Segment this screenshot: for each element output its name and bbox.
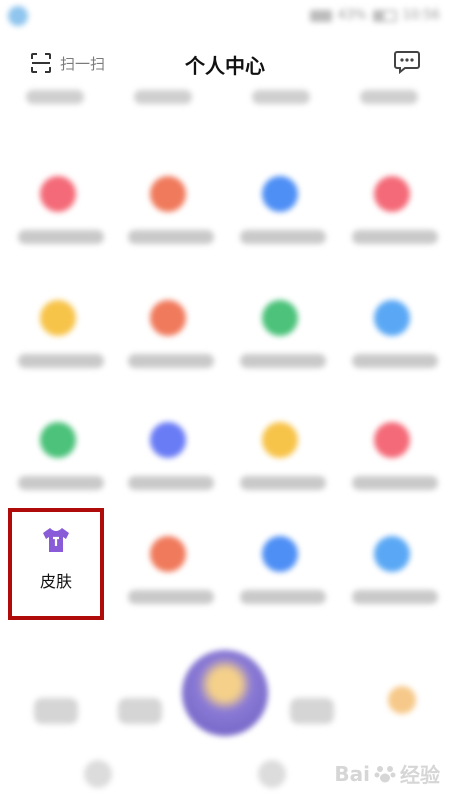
grid-item[interactable]	[338, 516, 450, 628]
grid-item[interactable]	[4, 280, 116, 392]
grid-item[interactable]	[114, 156, 226, 268]
bottom-item[interactable]	[290, 698, 334, 724]
grid-item-label	[128, 354, 214, 368]
grid-item[interactable]	[338, 280, 450, 392]
grid-item-label	[128, 476, 214, 490]
grid-item-label	[352, 590, 438, 604]
grid-item-label	[128, 590, 214, 604]
grid-item-icon	[262, 422, 298, 458]
grid-item-icon	[374, 422, 410, 458]
watermark-text-2: 经验	[400, 763, 440, 787]
skin-label: 皮肤	[39, 572, 72, 591]
grid-item[interactable]	[226, 280, 338, 392]
grid-item-icon	[150, 422, 186, 458]
grid-item-icon	[374, 176, 410, 212]
grid-item[interactable]	[114, 402, 226, 514]
bottom-item[interactable]	[34, 698, 78, 724]
grid-item-icon	[150, 536, 186, 572]
grid-item-icon	[40, 300, 76, 336]
shirt-icon	[43, 528, 69, 552]
grid-item-label	[240, 476, 326, 490]
grid-item[interactable]	[4, 402, 116, 514]
grid-item-label	[18, 230, 104, 244]
grid-item-label	[252, 90, 310, 104]
notification-icon	[8, 6, 28, 26]
grid-item-label	[352, 476, 438, 490]
grid-item-icon	[150, 176, 186, 212]
grid-item[interactable]	[226, 516, 338, 628]
grid-item-label	[18, 354, 104, 368]
grid-item-label	[240, 590, 326, 604]
grid-item[interactable]	[114, 280, 226, 392]
grid-item-label	[240, 230, 326, 244]
grid-item-label	[360, 90, 418, 104]
grid-item-icon	[40, 176, 76, 212]
watermark: Bai 经验	[334, 759, 440, 788]
grid-item-label	[134, 90, 192, 104]
signal-icon	[309, 9, 332, 22]
grid-item-icon	[374, 536, 410, 572]
grid-item-label	[128, 230, 214, 244]
grid-item-label	[240, 354, 326, 368]
header: 扫一扫 个人中心	[0, 38, 450, 92]
grid-item[interactable]	[226, 402, 338, 514]
page-title: 个人中心	[185, 54, 265, 78]
tab-icon[interactable]	[258, 760, 286, 788]
bottom-item[interactable]	[118, 698, 162, 724]
grid-item-icon	[262, 300, 298, 336]
status-icons: 43% 10:56	[309, 8, 440, 23]
grid-item-label	[352, 354, 438, 368]
status-bar: 43% 10:56	[0, 0, 450, 34]
grid-item[interactable]	[114, 516, 226, 628]
grid-item[interactable]	[4, 156, 116, 268]
grid-item[interactable]	[338, 156, 450, 268]
tab-icon[interactable]	[84, 760, 112, 788]
bottom-icon[interactable]	[388, 686, 416, 714]
avatar[interactable]	[182, 650, 268, 736]
grid-item[interactable]	[338, 402, 450, 514]
grid-item-icon	[262, 536, 298, 572]
clock: 10:56	[402, 8, 440, 23]
grid-item-label	[26, 90, 84, 104]
grid-item[interactable]	[226, 156, 338, 268]
grid-item-icon	[150, 300, 186, 336]
grid-item-label	[352, 230, 438, 244]
grid-item-icon	[40, 422, 76, 458]
grid-item-label	[18, 476, 104, 490]
watermark-text: Bai	[334, 761, 370, 786]
battery-percent: 43%	[337, 8, 367, 23]
skin-menu-item[interactable]: 皮肤	[8, 508, 104, 620]
paw-icon	[374, 765, 396, 782]
grid-item-icon	[262, 176, 298, 212]
message-icon[interactable]	[394, 50, 420, 74]
battery-icon	[372, 9, 397, 22]
grid-item-icon	[374, 300, 410, 336]
